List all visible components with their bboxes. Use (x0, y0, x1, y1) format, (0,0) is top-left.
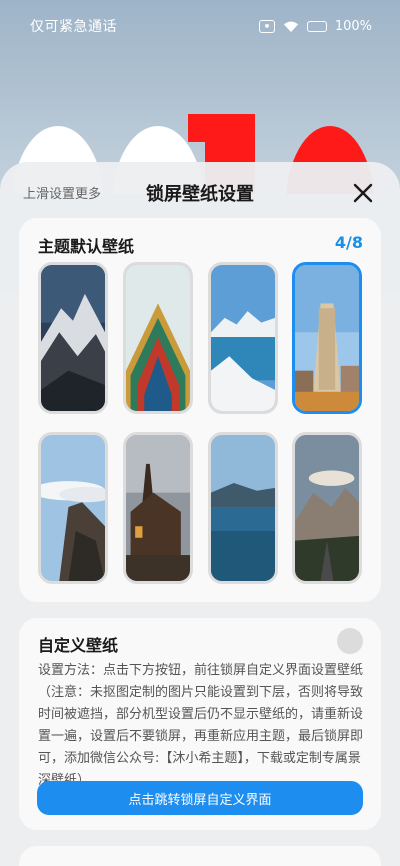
wallpaper-thumb-5[interactable] (38, 432, 108, 584)
wallpaper-settings-sheet: 上滑设置更多 锁屏壁纸设置 主题默认壁纸 4/8 自定义壁纸 设置方法：点击下方… (0, 162, 400, 866)
sheet-title: 锁屏壁纸设置 (146, 184, 254, 205)
status-icons: 100% (258, 18, 372, 34)
wifi-icon (283, 21, 298, 32)
sheet-header: 上滑设置更多 锁屏壁纸设置 (0, 162, 400, 222)
wallpaper-thumb-1[interactable] (38, 262, 108, 414)
next-settings-card (19, 846, 381, 866)
wallpaper-thumb-7[interactable] (208, 432, 278, 584)
custom-wallpaper-card: 自定义壁纸 设置方法：点击下方按钮，前往锁屏自定义界面设置壁纸（注意：未抠图定制… (19, 618, 381, 830)
no-sim-icon (258, 19, 275, 33)
custom-wallpaper-toggle[interactable] (337, 628, 363, 654)
wallpaper-thumb-4[interactable] (292, 262, 362, 414)
custom-wallpaper-title: 自定义壁纸 (38, 636, 119, 655)
theme-wallpaper-title: 主题默认壁纸 (38, 237, 135, 256)
battery-percent: 100% (334, 18, 372, 34)
battery-icon (306, 20, 327, 32)
status-bar: 仅可紧急通话 100% (0, 0, 400, 52)
page-indicator: 4/8 (334, 233, 363, 252)
wallpaper-thumb-3[interactable] (208, 262, 278, 414)
close-icon[interactable] (352, 182, 374, 204)
theme-wallpaper-card: 主题默认壁纸 4/8 (19, 218, 381, 602)
wallpaper-thumb-8[interactable] (292, 432, 362, 584)
wallpaper-thumb-6[interactable] (123, 432, 193, 584)
open-lockscreen-customize-button[interactable]: 点击跳转锁屏自定义界面 (37, 781, 363, 815)
custom-wallpaper-instructions: 设置方法：点击下方按钮，前往锁屏自定义界面设置壁纸（注意：未抠图定制的图片只能设… (38, 663, 364, 788)
carrier-status: 仅可紧急通话 (30, 19, 117, 35)
wallpaper-thumb-2[interactable] (123, 262, 193, 414)
